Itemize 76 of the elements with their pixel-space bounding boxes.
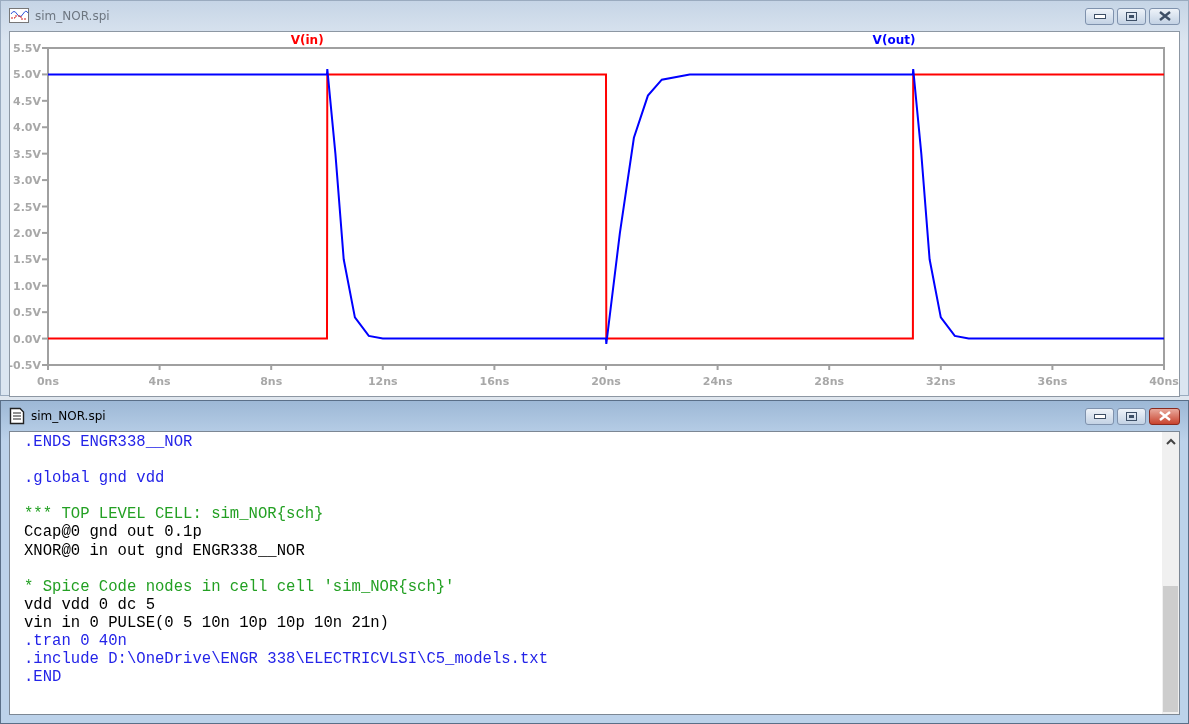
scrollbar[interactable] [1162,432,1179,714]
x-tick-label: 12ns [367,375,399,388]
code-line: vdd vdd 0 dc 5 [24,595,156,614]
trace-label[interactable]: V(out) [872,33,916,47]
x-tick-label: 40ns [1149,375,1180,388]
y-tick-label: 0.0V [13,332,42,346]
x-tick-label: 32ns [925,375,957,388]
scrollbar-thumb[interactable] [1163,586,1178,712]
maximize-button[interactable] [1117,407,1146,425]
x-tick: 36ns [1037,364,1068,388]
x-tick-label: 8ns [260,375,283,388]
close-icon [1158,11,1171,21]
y-tick: 4.5V [13,94,49,108]
maximize-icon [1126,411,1137,421]
code-line: * Spice Code nodes in cell cell 'sim_NOR{sch}' [24,577,456,596]
maximize-icon [1126,11,1137,21]
x-tick-label: 28ns [814,375,845,388]
x-tick-label: 36ns [1037,375,1068,388]
y-tick-label: 1.5V [13,253,42,267]
x-tick: 40ns [1149,364,1179,388]
code-line: vin in 0 PULSE(0 5 10n 10p 10p 10n 21n) [24,613,390,633]
trace-label[interactable]: V(in) [290,33,324,47]
x-tick: 28ns [814,364,845,388]
x-tick-label: 24ns [702,375,733,388]
y-tick-label: 2.0V [13,226,42,240]
maximize-button[interactable] [1117,7,1146,25]
minimize-button[interactable] [1085,407,1114,425]
y-tick-label: 3.5V [13,147,42,161]
y-tick-label: 0.5V [13,306,42,320]
x-tick: 20ns [591,364,621,388]
x-tick: 24ns [702,364,733,388]
minimize-icon [1093,413,1106,419]
y-tick-label: 5.5V [13,42,42,55]
window-title: sim_NOR.spi [31,409,107,423]
y-tick: 0.5V [13,306,49,320]
x-tick-label: 4ns [148,375,172,388]
minimize-button[interactable] [1085,7,1114,25]
x-tick: 16ns [479,364,510,388]
code-line: .END [24,668,63,687]
y-tick: 5.5V [13,42,49,55]
minimize-icon [1093,13,1106,19]
y-tick: 2.0V [13,226,49,240]
x-tick: 12ns [367,364,398,388]
close-button[interactable] [1149,7,1180,25]
code-line: .ENDS ENGR338__NOR [24,433,194,452]
code-line: .global gnd vdd [24,469,166,488]
code-line: *** TOP LEVEL CELL: sim_NOR{sch} [24,505,325,524]
y-tick: 3.5V [13,147,49,161]
y-tick: 1.5V [13,253,49,267]
y-tick: 2.5V [13,200,49,214]
close-button[interactable] [1149,407,1180,425]
y-tick-label: 5.0V [13,68,42,82]
y-tick: 4.0V [13,121,49,135]
y-tick-label: 1.0V [13,279,42,293]
y-tick-label: 3.0V [13,174,42,188]
x-tick-label: 20ns [591,375,622,388]
waveform-icon [9,8,29,24]
close-icon [1158,411,1171,421]
code-line: .include D:\OneDrive\ENGR 338\ELECTRICVLSI\C5_models.txt [24,650,550,669]
x-tick-label: 16ns [479,375,510,388]
x-tick: 4ns [148,364,171,388]
y-tick: 5.0V [13,68,49,82]
code-line: .tran 0 40n [24,632,128,651]
y-tick-label: 4.5V [13,94,42,108]
window-title: sim_NOR.spi [35,9,111,23]
code-line: XNOR@0 in out gnd ENGR338__NOR [24,541,306,560]
x-tick: 32ns [925,364,956,388]
x-tick: 8ns [260,364,283,388]
y-tick-label: 4.0V [13,121,42,135]
y-tick: 0.0V [13,332,49,346]
x-tick-label: 0ns [36,375,60,388]
y-tick: 3.0V [13,174,49,188]
document-icon [9,407,25,425]
y-tick: 1.0V [13,279,49,293]
y-tick-label: 2.5V [13,200,42,214]
code-line: Ccap@0 gnd out 0.1p [24,523,203,542]
